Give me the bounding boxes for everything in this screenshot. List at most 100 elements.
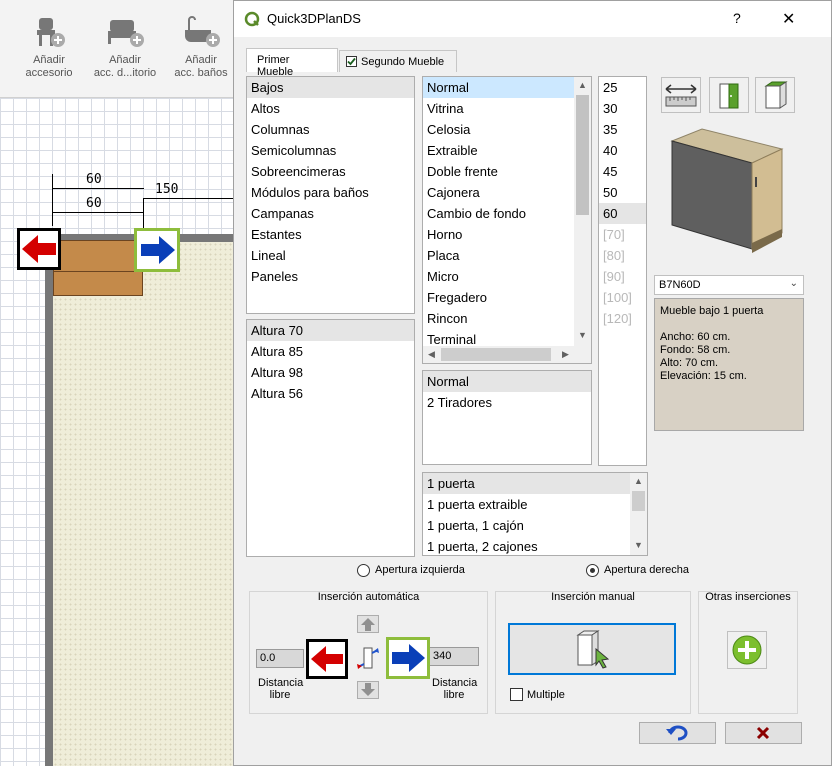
tab-primer-mueble[interactable]: Primer Mueble	[246, 48, 338, 78]
radio-opening-right[interactable]	[586, 564, 599, 577]
category-list[interactable]: Bajos Altos Columnas Semicolumnas Sobree…	[246, 76, 415, 314]
list-item[interactable]: Celosia	[423, 119, 591, 140]
manual-insert-button[interactable]	[508, 623, 676, 675]
list-item[interactable]: Doble frente	[423, 161, 591, 182]
list-item[interactable]: 50	[599, 182, 646, 203]
list-item[interactable]: Semicolumnas	[247, 140, 414, 161]
add-bedroom-accessory-button[interactable]: Añadir acc. d...itorio	[86, 14, 164, 80]
scroll-down-icon[interactable]: ▼	[630, 540, 647, 550]
cabinet-plan[interactable]	[53, 240, 143, 296]
list-item[interactable]: 60	[599, 203, 646, 224]
list-item[interactable]: Altura 70	[247, 320, 414, 341]
height-list[interactable]: Altura 70 Altura 85 Altura 98 Altura 56	[246, 319, 415, 557]
list-item[interactable]: Horno	[423, 224, 591, 245]
insert-right-arrow[interactable]	[134, 228, 180, 272]
list-item[interactable]: Sobreencimeras	[247, 161, 414, 182]
list-item[interactable]: 2 Tiradores	[423, 392, 591, 413]
undo-button[interactable]	[639, 722, 716, 744]
list-item[interactable]: 1 puerta, 2 cajones	[423, 536, 647, 555]
dimension-line	[52, 188, 144, 189]
list-item[interactable]: Cajonera	[423, 182, 591, 203]
model-select[interactable]: B7N60D ⌄	[654, 275, 804, 295]
insert-left-arrow[interactable]	[17, 228, 61, 270]
scroll-up-icon[interactable]: ▲	[630, 476, 647, 486]
list-item[interactable]: Placa	[423, 245, 591, 266]
list-item[interactable]: Estantes	[247, 224, 414, 245]
list-item[interactable]: Campanas	[247, 203, 414, 224]
list-item[interactable]: Columnas	[247, 119, 414, 140]
list-item[interactable]: Lineal	[247, 245, 414, 266]
close-button[interactable]: ✕	[782, 9, 795, 29]
type-list[interactable]: Normal Vitrina Celosia Extraible Doble f…	[422, 76, 592, 364]
handles-list[interactable]: Normal 2 Tiradores	[422, 370, 592, 465]
add-accessory-button[interactable]: Añadir accesorio	[10, 14, 88, 80]
auto-insert-left-button[interactable]	[306, 639, 348, 679]
tab-segundo-mueble[interactable]: Segundo Mueble	[339, 50, 457, 72]
scroll-thumb[interactable]	[441, 348, 551, 361]
list-item[interactable]: Altos	[247, 98, 414, 119]
list-item[interactable]: Altura 56	[247, 383, 414, 404]
horizontal-scrollbar[interactable]: ◀ ▶	[423, 346, 576, 363]
list-item[interactable]: Normal	[423, 371, 591, 392]
scroll-down-icon[interactable]: ▼	[574, 330, 591, 340]
cabinet-door-right-icon	[764, 81, 788, 109]
segundo-mueble-checkbox[interactable]	[346, 56, 357, 67]
vertical-scrollbar[interactable]: ▲ ▼	[630, 473, 647, 555]
list-item[interactable]: 1 puerta, 1 cajón	[423, 515, 647, 536]
close-icon	[756, 726, 770, 740]
door-left-button[interactable]	[709, 77, 749, 113]
list-item[interactable]: Vitrina	[423, 98, 591, 119]
scroll-thumb[interactable]	[632, 491, 645, 511]
multiple-checkbox[interactable]	[510, 688, 523, 701]
undo-icon	[666, 725, 688, 741]
list-item[interactable]: 30	[599, 98, 646, 119]
app-logo-icon	[244, 11, 260, 27]
scroll-corner	[574, 346, 591, 363]
list-item[interactable]: Bajos	[247, 77, 414, 98]
move-down-button[interactable]	[357, 681, 379, 699]
list-item[interactable]: 40	[599, 140, 646, 161]
door-list[interactable]: 1 puerta 1 puerta extraible 1 puerta, 1 …	[422, 472, 648, 556]
left-distance-field[interactable]: 0.0	[256, 649, 304, 668]
list-item[interactable]: Altura 98	[247, 362, 414, 383]
list-item[interactable]: Rincon	[423, 308, 591, 329]
list-item[interactable]: 35	[599, 119, 646, 140]
list-item[interactable]: 1 puerta	[423, 473, 630, 494]
list-item[interactable]: Fregadero	[423, 287, 591, 308]
scroll-right-icon[interactable]: ▶	[557, 349, 574, 360]
radio-opening-left[interactable]	[357, 564, 370, 577]
move-up-button[interactable]	[357, 615, 379, 633]
description-depth: Fondo: 58 cm.	[660, 344, 731, 356]
cancel-button[interactable]	[725, 722, 802, 744]
list-item[interactable]: Cambio de fondo	[423, 203, 591, 224]
window-title: Quick3DPlanDS	[267, 11, 361, 26]
list-item[interactable]: Paneles	[247, 266, 414, 287]
door-right-button[interactable]	[755, 77, 795, 113]
scroll-up-icon[interactable]: ▲	[574, 80, 591, 90]
list-item[interactable]: Módulos para baños	[247, 182, 414, 203]
floor-plan-canvas[interactable]: 60 150 60	[0, 98, 235, 766]
cabinet-3d-icon	[670, 128, 784, 253]
list-item[interactable]: Normal	[423, 77, 574, 98]
scroll-thumb[interactable]	[576, 95, 589, 215]
add-bath-accessory-button[interactable]: Añadir acc. baños	[162, 14, 240, 80]
list-item[interactable]: 1 puerta extraible	[423, 494, 647, 515]
cabinet-door-left-icon	[719, 83, 739, 109]
list-item[interactable]: Extraible	[423, 140, 591, 161]
help-button[interactable]: ?	[733, 10, 741, 26]
list-item: [70]	[603, 227, 625, 242]
auto-insert-right-button[interactable]	[386, 637, 430, 679]
checkmark-icon	[347, 57, 356, 66]
list-item[interactable]: Micro	[423, 266, 591, 287]
measure-button[interactable]	[661, 77, 701, 113]
right-distance-field[interactable]: 340	[429, 647, 479, 666]
list-item[interactable]: Altura 85	[247, 341, 414, 362]
vertical-scrollbar[interactable]: ▲ ▼	[574, 77, 591, 347]
list-item[interactable]: 45	[599, 161, 646, 182]
other-insert-button[interactable]	[727, 631, 767, 669]
list-item[interactable]: 25	[599, 77, 646, 98]
scroll-left-icon[interactable]: ◀	[423, 349, 440, 360]
width-list[interactable]: 25 30 35 40 45 50 60 [70] [80] [90] [100…	[598, 76, 647, 466]
chair-add-icon	[37, 18, 65, 47]
arrow-right-icon	[392, 644, 425, 672]
